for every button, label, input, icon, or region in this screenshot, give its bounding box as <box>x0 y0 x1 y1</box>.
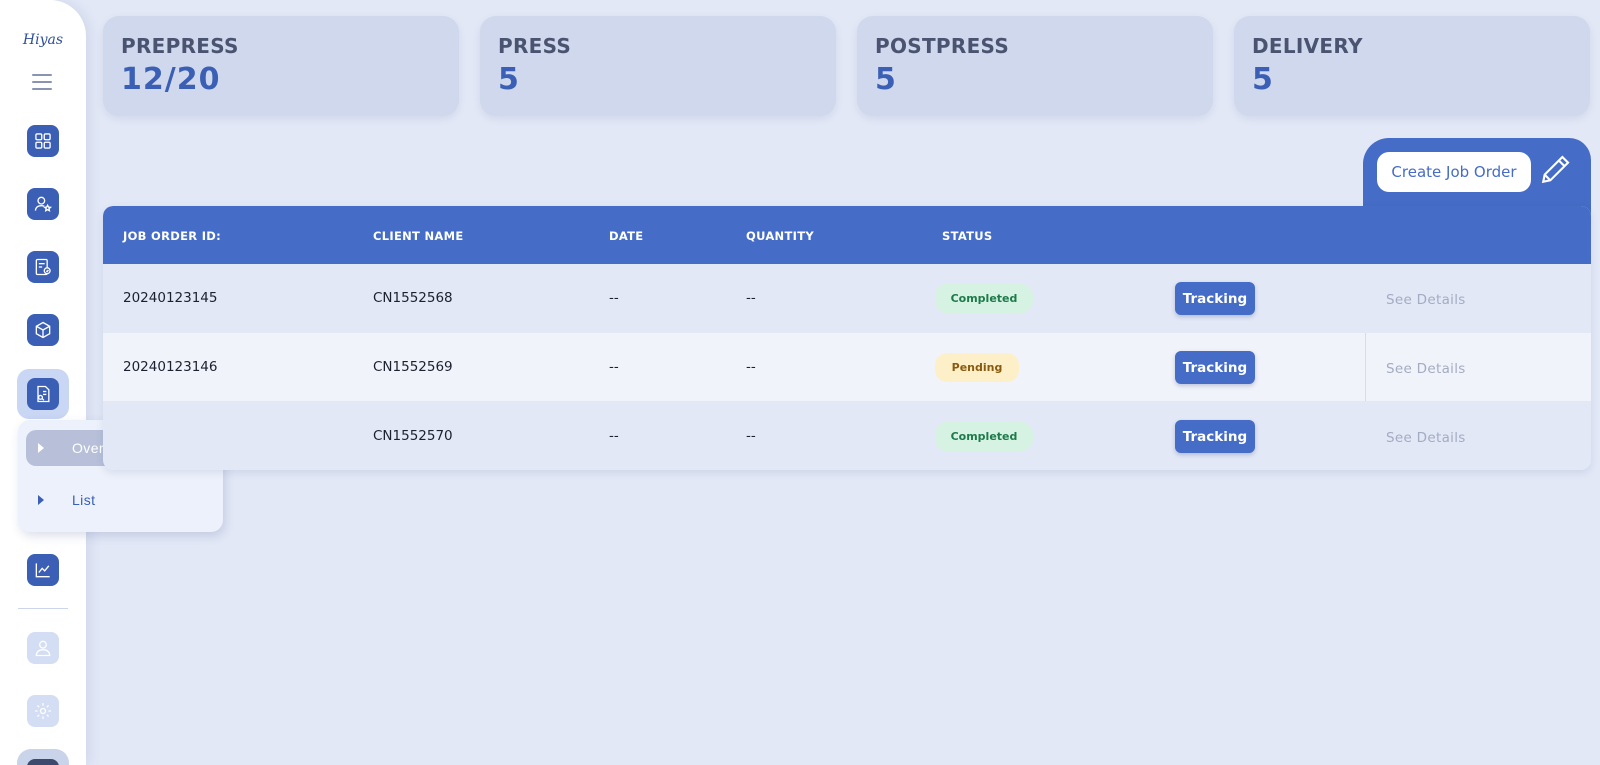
column-header-job-order-id: JOB ORDER ID: <box>123 229 222 243</box>
settings-gear-icon[interactable] <box>27 695 59 727</box>
submenu-item-label: List <box>72 492 96 508</box>
column-divider <box>1365 333 1366 401</box>
table-row: 20240123146 CN1552569 -- -- Pending Trac… <box>103 333 1591 401</box>
see-details-link[interactable]: See Details <box>1386 430 1466 446</box>
tracking-button[interactable]: Tracking <box>1175 351 1255 384</box>
date-cell: -- <box>609 290 619 306</box>
user-star-icon[interactable] <box>27 188 59 220</box>
column-header-status: STATUS <box>942 229 993 243</box>
column-header-client-name: CLIENT NAME <box>373 229 464 243</box>
job-order-id-cell: 20240123146 <box>123 359 218 375</box>
table-header: JOB ORDER ID: CLIENT NAME DATE QUANTITY … <box>103 206 1591 264</box>
stat-card-title: POSTPRESS <box>875 34 1010 58</box>
tracking-button[interactable]: Tracking <box>1175 282 1255 315</box>
table-row: 20240123145 CN1552568 -- -- Completed Tr… <box>103 264 1591 332</box>
stat-card-prepress: PREPRESS 12/20 <box>103 16 459 116</box>
menu-toggle-icon[interactable] <box>32 74 52 90</box>
status-badge: Pending <box>935 353 1019 382</box>
sidebar-divider <box>18 608 68 609</box>
stat-card-value: 12/20 <box>121 62 221 97</box>
date-cell: -- <box>609 359 619 375</box>
pencil-edit-icon[interactable] <box>1539 152 1573 186</box>
stat-card-title: PRESS <box>498 34 572 58</box>
create-job-order-button[interactable]: Create Job Order <box>1377 152 1531 192</box>
stat-card-title: PREPRESS <box>121 34 239 58</box>
client-name-cell: CN1552568 <box>373 290 453 306</box>
caret-right-icon <box>38 495 44 505</box>
brand-logo[interactable]: Hiyas <box>18 32 68 48</box>
logout-icon[interactable] <box>17 749 69 765</box>
column-header-quantity: QUANTITY <box>746 229 814 243</box>
job-orders-table: JOB ORDER ID: CLIENT NAME DATE QUANTITY … <box>103 206 1591 470</box>
date-cell: -- <box>609 428 619 444</box>
quantity-cell: -- <box>746 359 756 375</box>
see-details-link[interactable]: See Details <box>1386 292 1466 308</box>
sidebar: Hiyas <box>0 0 86 765</box>
invoice-icon[interactable] <box>27 251 59 283</box>
client-name-cell: CN1552570 <box>373 428 453 444</box>
analytics-chart-icon[interactable] <box>27 554 59 586</box>
stat-card-value: 5 <box>875 62 897 97</box>
quantity-cell: -- <box>746 428 756 444</box>
stat-card-postpress: POSTPRESS 5 <box>857 16 1213 116</box>
caret-right-icon <box>38 443 44 453</box>
package-box-icon[interactable] <box>27 314 59 346</box>
submenu-item-list[interactable]: List <box>26 482 212 518</box>
dashboard-grid-icon[interactable] <box>27 125 59 157</box>
see-details-link[interactable]: See Details <box>1386 361 1466 377</box>
column-header-date: DATE <box>609 229 644 243</box>
stat-card-title: DELIVERY <box>1252 34 1363 58</box>
status-badge: Completed <box>935 422 1033 451</box>
stat-card-press: PRESS 5 <box>480 16 836 116</box>
stat-card-value: 5 <box>1252 62 1274 97</box>
stat-card-delivery: DELIVERY 5 <box>1234 16 1590 116</box>
tracking-button[interactable]: Tracking <box>1175 420 1255 453</box>
client-name-cell: CN1552569 <box>373 359 453 375</box>
profile-user-icon[interactable] <box>27 632 59 664</box>
job-order-document-icon[interactable] <box>27 378 59 410</box>
quantity-cell: -- <box>746 290 756 306</box>
status-badge: Completed <box>935 284 1033 313</box>
job-order-id-cell: 20240123145 <box>123 290 218 306</box>
table-row: CN1552570 -- -- Completed Tracking See D… <box>103 402 1591 470</box>
stat-card-value: 5 <box>498 62 520 97</box>
